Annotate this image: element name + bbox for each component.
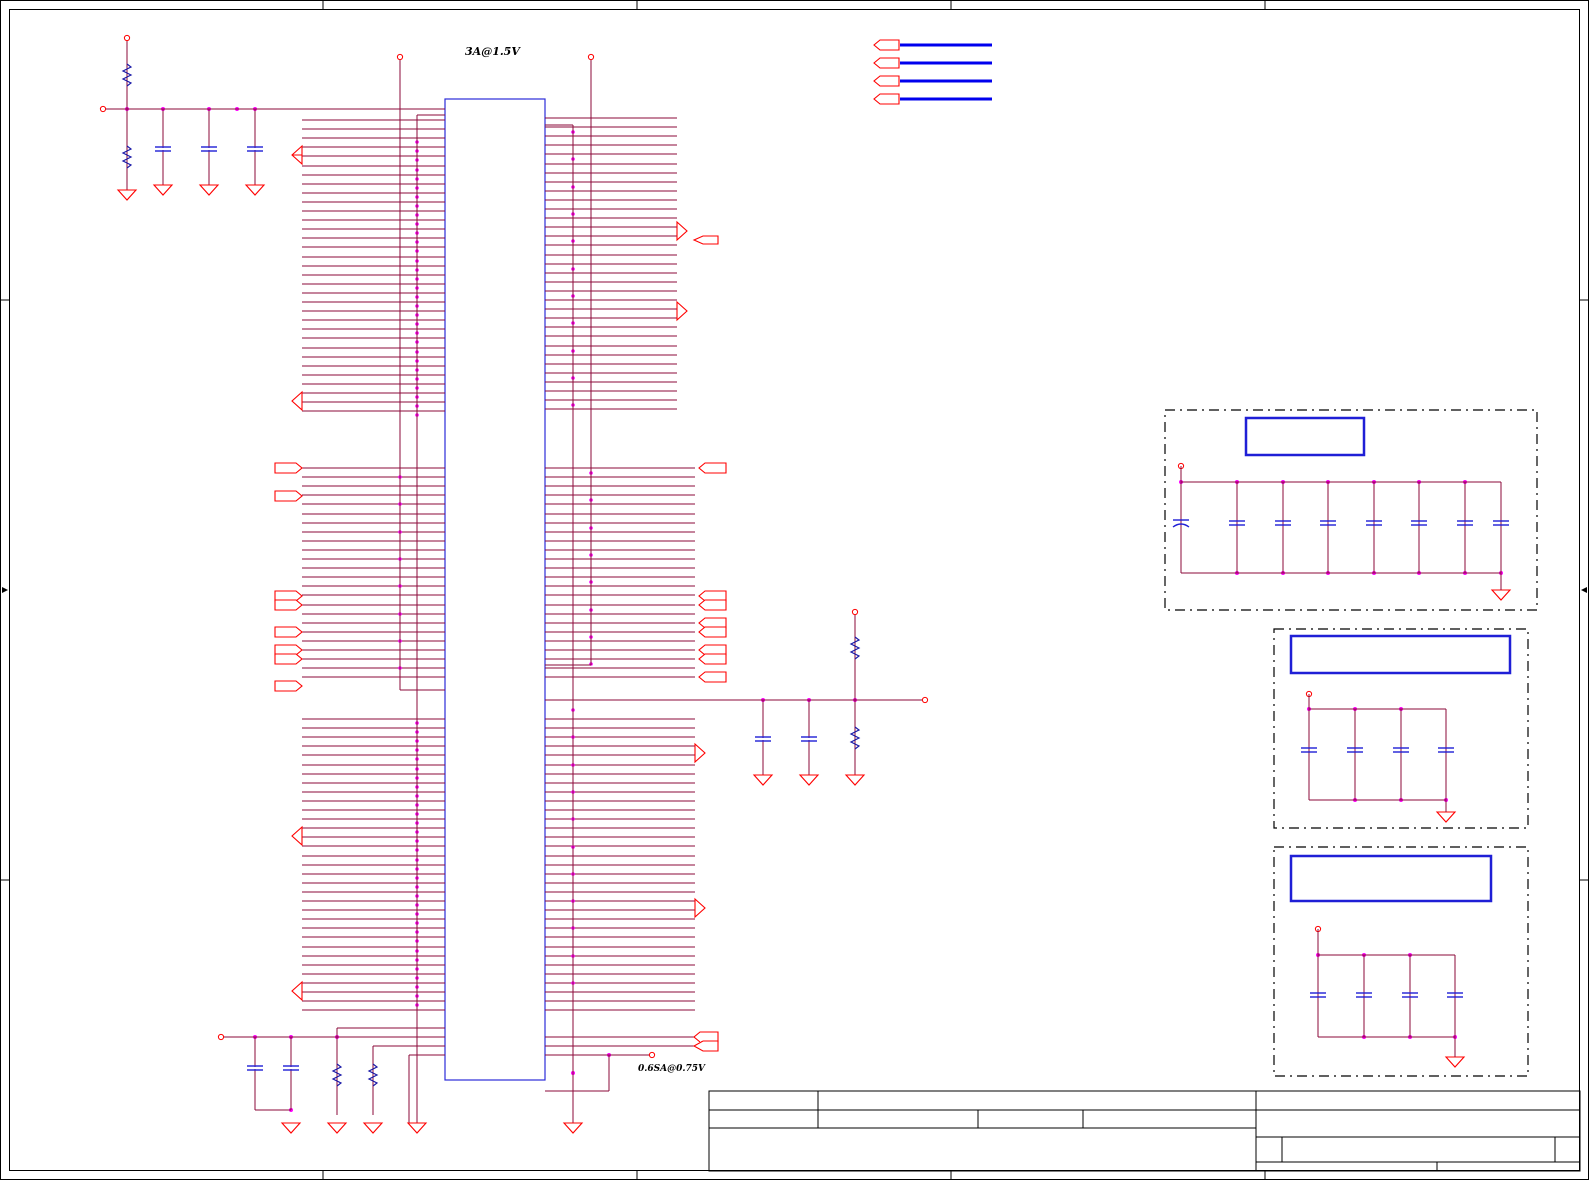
off-page-connector-icon [274, 462, 303, 474]
zone-marks [0, 0, 1589, 1180]
power-pin-icon [851, 608, 859, 616]
drawing-frame [0, 0, 1589, 1180]
current-rating-top: 3A@1.5V [465, 45, 521, 58]
power-pins [99, 34, 1322, 1059]
off-page-connector-icon [873, 75, 900, 87]
junction-dots [125, 107, 1503, 1112]
ground-icon [280, 1122, 302, 1134]
off-page-connector-icon [692, 1040, 719, 1052]
port-flag-icon [676, 220, 688, 242]
ground-icon [844, 774, 866, 786]
resistors [121, 63, 861, 1087]
port-flag-icon [291, 144, 303, 166]
ground-icon [1444, 1056, 1466, 1068]
port-flag-icon [291, 825, 303, 847]
port-flag-icon [694, 742, 706, 764]
off-page-connector-icon [274, 599, 303, 611]
off-page-connector-icon [692, 235, 719, 245]
ground-icon [562, 1122, 584, 1134]
off-page-connectors [274, 235, 727, 1052]
right-pin-lines [545, 117, 695, 1011]
top-bus-signals [873, 39, 992, 105]
ground-icon [406, 1122, 428, 1134]
off-page-connector-icon [274, 626, 303, 638]
memory-ic-body [444, 98, 546, 1081]
title-block [708, 1090, 1581, 1172]
power-pin-icon [921, 696, 929, 704]
left-pin-lines [302, 119, 445, 1011]
decoupling-block-1 [1164, 409, 1538, 611]
off-page-connector-icon [698, 671, 727, 683]
decoupling-block-3 [1273, 846, 1529, 1077]
ground-icon [198, 184, 220, 196]
power-pin-icon [396, 53, 404, 61]
ground-icon [1490, 589, 1512, 601]
ground-icon [1435, 811, 1457, 823]
ground-icon [116, 189, 138, 201]
off-page-connector-icon [698, 599, 727, 611]
power-pin-icon [99, 105, 107, 113]
bus-rails [103, 40, 925, 1123]
schematic-sheet: 3A@1.5V 0.6SA@0.75V [0, 0, 1589, 1180]
block-title-box [1289, 634, 1512, 675]
block-title-box [1289, 854, 1493, 903]
power-pin-icon [648, 1051, 656, 1059]
port-flag-icon [694, 897, 706, 919]
off-page-connector-icon [274, 490, 303, 502]
ground-icon [152, 184, 174, 196]
off-page-connector-icon [274, 653, 303, 665]
power-pin-icon [587, 53, 595, 61]
block-title-box [1244, 416, 1366, 457]
off-page-connector-icon [698, 653, 727, 665]
off-page-connector-icon [873, 57, 900, 69]
ground-icon [244, 184, 266, 196]
port-flag-icon [291, 980, 303, 1002]
zone-marker-icon [2, 587, 8, 593]
port-flag-icon [291, 390, 303, 412]
off-page-connector-icon [873, 39, 900, 51]
port-flag-icon [676, 300, 688, 322]
ground-icon [752, 774, 774, 786]
zone-marker-icon [1581, 587, 1587, 593]
off-page-connector-icon [873, 93, 900, 105]
ground-icon [362, 1122, 384, 1134]
ground-icon [798, 774, 820, 786]
power-pin-icon [217, 1033, 225, 1041]
off-page-connector-icon [698, 462, 727, 474]
off-page-connector-icon [274, 680, 303, 692]
left-port-flags [291, 144, 706, 1002]
power-pin-icon [123, 34, 131, 42]
off-page-connector-icon [698, 626, 727, 638]
ground-icon [326, 1122, 348, 1134]
decoupling-block-2 [1273, 628, 1529, 829]
current-rating-vtt: 0.6SA@0.75V [638, 1064, 706, 1074]
